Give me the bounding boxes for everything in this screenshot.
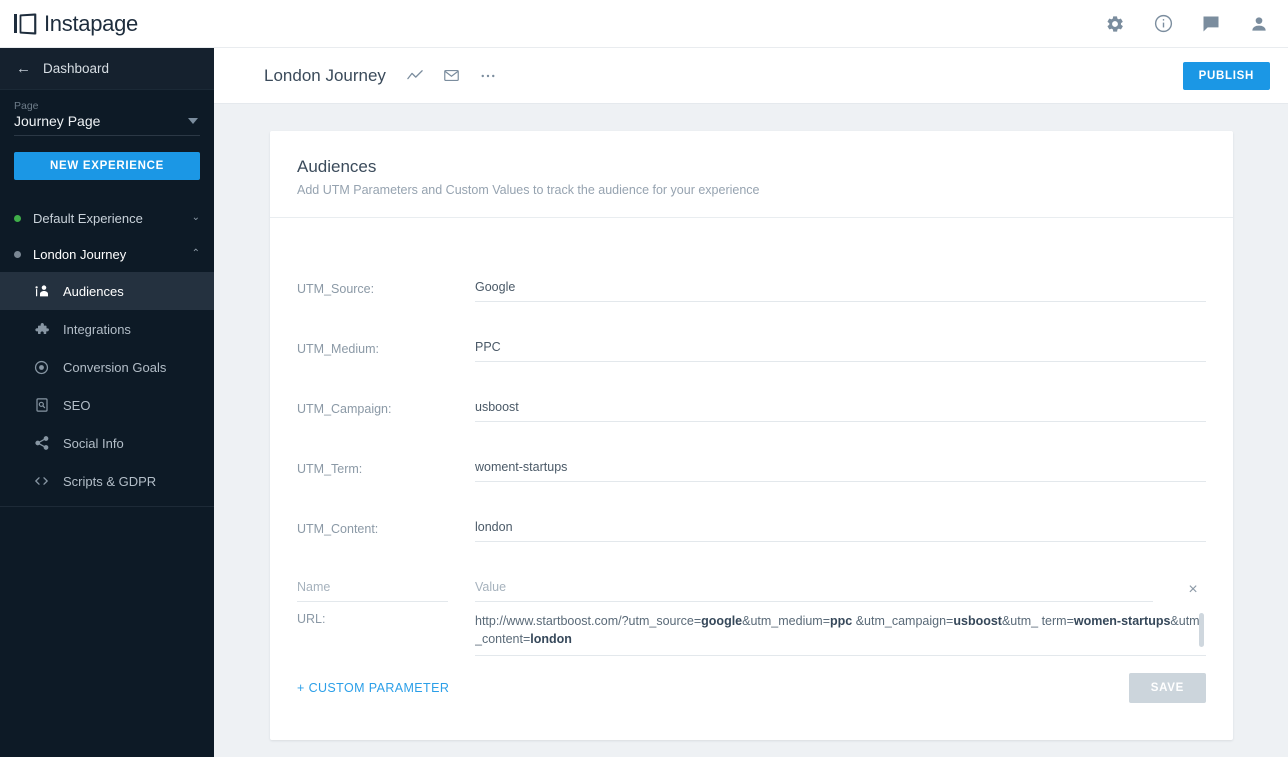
sidebar-item-label: Conversion Goals bbox=[63, 359, 167, 375]
user-account-icon[interactable] bbox=[1248, 13, 1270, 35]
chevron-up-icon[interactable]: ⌃ bbox=[192, 249, 200, 259]
seo-document-icon bbox=[33, 397, 50, 414]
top-bar-icons bbox=[1104, 13, 1270, 35]
page-header-icons bbox=[406, 67, 497, 85]
remove-parameter-icon[interactable]: × bbox=[1180, 582, 1206, 602]
sidebar-divider bbox=[0, 506, 214, 507]
page-header: London Journey PUBLISH bbox=[214, 48, 1288, 104]
add-custom-parameter-button[interactable]: + CUSTOM PARAMETER bbox=[297, 681, 449, 695]
form-row-utm-source: UTM_Source: bbox=[297, 242, 1206, 302]
share-icon bbox=[33, 435, 50, 452]
custom-parameter-row: × bbox=[297, 542, 1206, 602]
sidebar-item-label: SEO bbox=[63, 397, 91, 413]
sidebar-item-social-info[interactable]: Social Info bbox=[0, 424, 214, 462]
experience-item-london-journey[interactable]: London Journey ⌃ bbox=[0, 236, 214, 272]
sidebar-item-label: Social Info bbox=[63, 435, 124, 451]
page-selector-label: Page bbox=[14, 100, 39, 112]
puzzle-icon bbox=[33, 321, 50, 338]
page-selector-row[interactable]: Journey Page bbox=[14, 113, 200, 136]
chat-message-icon[interactable] bbox=[1200, 13, 1222, 35]
utm-form: UTM_Source: UTM_Medium: UTM_Campaign: UT… bbox=[270, 218, 1233, 656]
code-brackets-icon bbox=[33, 473, 50, 490]
page-selector-value: Journey Page bbox=[14, 113, 101, 129]
target-icon bbox=[33, 359, 50, 376]
field-label: UTM_Term: bbox=[297, 462, 363, 476]
utm-source-input[interactable] bbox=[475, 280, 1206, 302]
sidebar: ← Dashboard Page Journey Page NEW EXPERI… bbox=[0, 48, 214, 757]
page-selector[interactable]: Page Journey Page bbox=[0, 90, 214, 136]
chevron-down-icon bbox=[188, 118, 198, 124]
card-title: Audiences bbox=[297, 157, 377, 176]
form-row-utm-content: UTM_Content: bbox=[297, 482, 1206, 542]
settings-gear-icon[interactable] bbox=[1104, 13, 1126, 35]
publish-button[interactable]: PUBLISH bbox=[1182, 61, 1270, 90]
status-dot-icon bbox=[14, 214, 21, 222]
page-title: London Journey bbox=[264, 65, 386, 85]
audiences-card: Audiences Add UTM Parameters and Custom … bbox=[270, 131, 1233, 740]
audience-icon bbox=[33, 283, 50, 300]
experience-item-default[interactable]: Default Experience ⌄ bbox=[0, 200, 214, 236]
utm-term-input[interactable] bbox=[475, 460, 1206, 482]
save-button: SAVE bbox=[1128, 673, 1206, 703]
field-label: UTM_Source: bbox=[297, 282, 375, 296]
custom-parameter-name-input[interactable] bbox=[297, 580, 448, 602]
sidebar-item-conversion-goals[interactable]: Conversion Goals bbox=[0, 348, 214, 386]
field-label: UTM_Medium: bbox=[297, 342, 379, 356]
content-area: Audiences Add UTM Parameters and Custom … bbox=[214, 104, 1288, 757]
utm-campaign-input[interactable] bbox=[475, 400, 1206, 422]
sidebar-item-integrations[interactable]: Integrations bbox=[0, 310, 214, 348]
chevron-down-icon[interactable]: ⌄ bbox=[192, 213, 200, 223]
sidebar-item-seo[interactable]: SEO bbox=[0, 386, 214, 424]
analytics-chart-icon[interactable] bbox=[406, 67, 424, 85]
utm-content-input[interactable] bbox=[475, 520, 1206, 542]
top-bar: Instapage bbox=[0, 0, 1288, 48]
card-footer: + CUSTOM PARAMETER SAVE bbox=[270, 636, 1233, 740]
sidebar-item-audiences[interactable]: Audiences bbox=[0, 272, 214, 310]
sidebar-item-scripts-gdpr[interactable]: Scripts & GDPR bbox=[0, 462, 214, 500]
utm-medium-input[interactable] bbox=[475, 340, 1206, 362]
card-subtitle: Add UTM Parameters and Custom Values to … bbox=[297, 183, 760, 197]
new-experience-button[interactable]: NEW EXPERIENCE bbox=[14, 152, 200, 180]
url-label: URL: bbox=[297, 612, 326, 626]
more-options-icon[interactable] bbox=[479, 67, 497, 85]
sidebar-item-label: Audiences bbox=[63, 283, 124, 299]
sidebar-item-label: Integrations bbox=[63, 321, 131, 337]
status-dot-icon bbox=[14, 250, 21, 258]
form-row-utm-medium: UTM_Medium: bbox=[297, 302, 1206, 362]
sidebar-item-label: Scripts & GDPR bbox=[63, 473, 157, 489]
instapage-logo[interactable]: Instapage bbox=[14, 11, 138, 37]
info-circle-icon[interactable] bbox=[1152, 13, 1174, 35]
card-header: Audiences Add UTM Parameters and Custom … bbox=[270, 131, 1233, 218]
instapage-logo-text: Instapage bbox=[44, 10, 138, 36]
form-row-utm-campaign: UTM_Campaign: bbox=[297, 362, 1206, 422]
sidebar-dashboard-label: Dashboard bbox=[43, 61, 110, 76]
envelope-icon[interactable] bbox=[443, 67, 460, 84]
sidebar-back-dashboard[interactable]: ← Dashboard bbox=[0, 48, 214, 90]
custom-parameter-value-input[interactable] bbox=[475, 580, 1153, 602]
field-label: UTM_Campaign: bbox=[297, 402, 392, 416]
instapage-logo-mark bbox=[14, 12, 37, 35]
form-row-utm-term: UTM_Term: bbox=[297, 422, 1206, 482]
experience-submenu: Audiences Integrations Conversion Goals … bbox=[0, 272, 214, 507]
back-arrow-icon: ← bbox=[16, 60, 31, 77]
experience-label: Default Experience bbox=[33, 210, 143, 226]
experience-list: Default Experience ⌄ London Journey ⌃ Au… bbox=[0, 200, 214, 507]
field-label: UTM_Content: bbox=[297, 522, 379, 536]
experience-label: London Journey bbox=[33, 246, 127, 262]
